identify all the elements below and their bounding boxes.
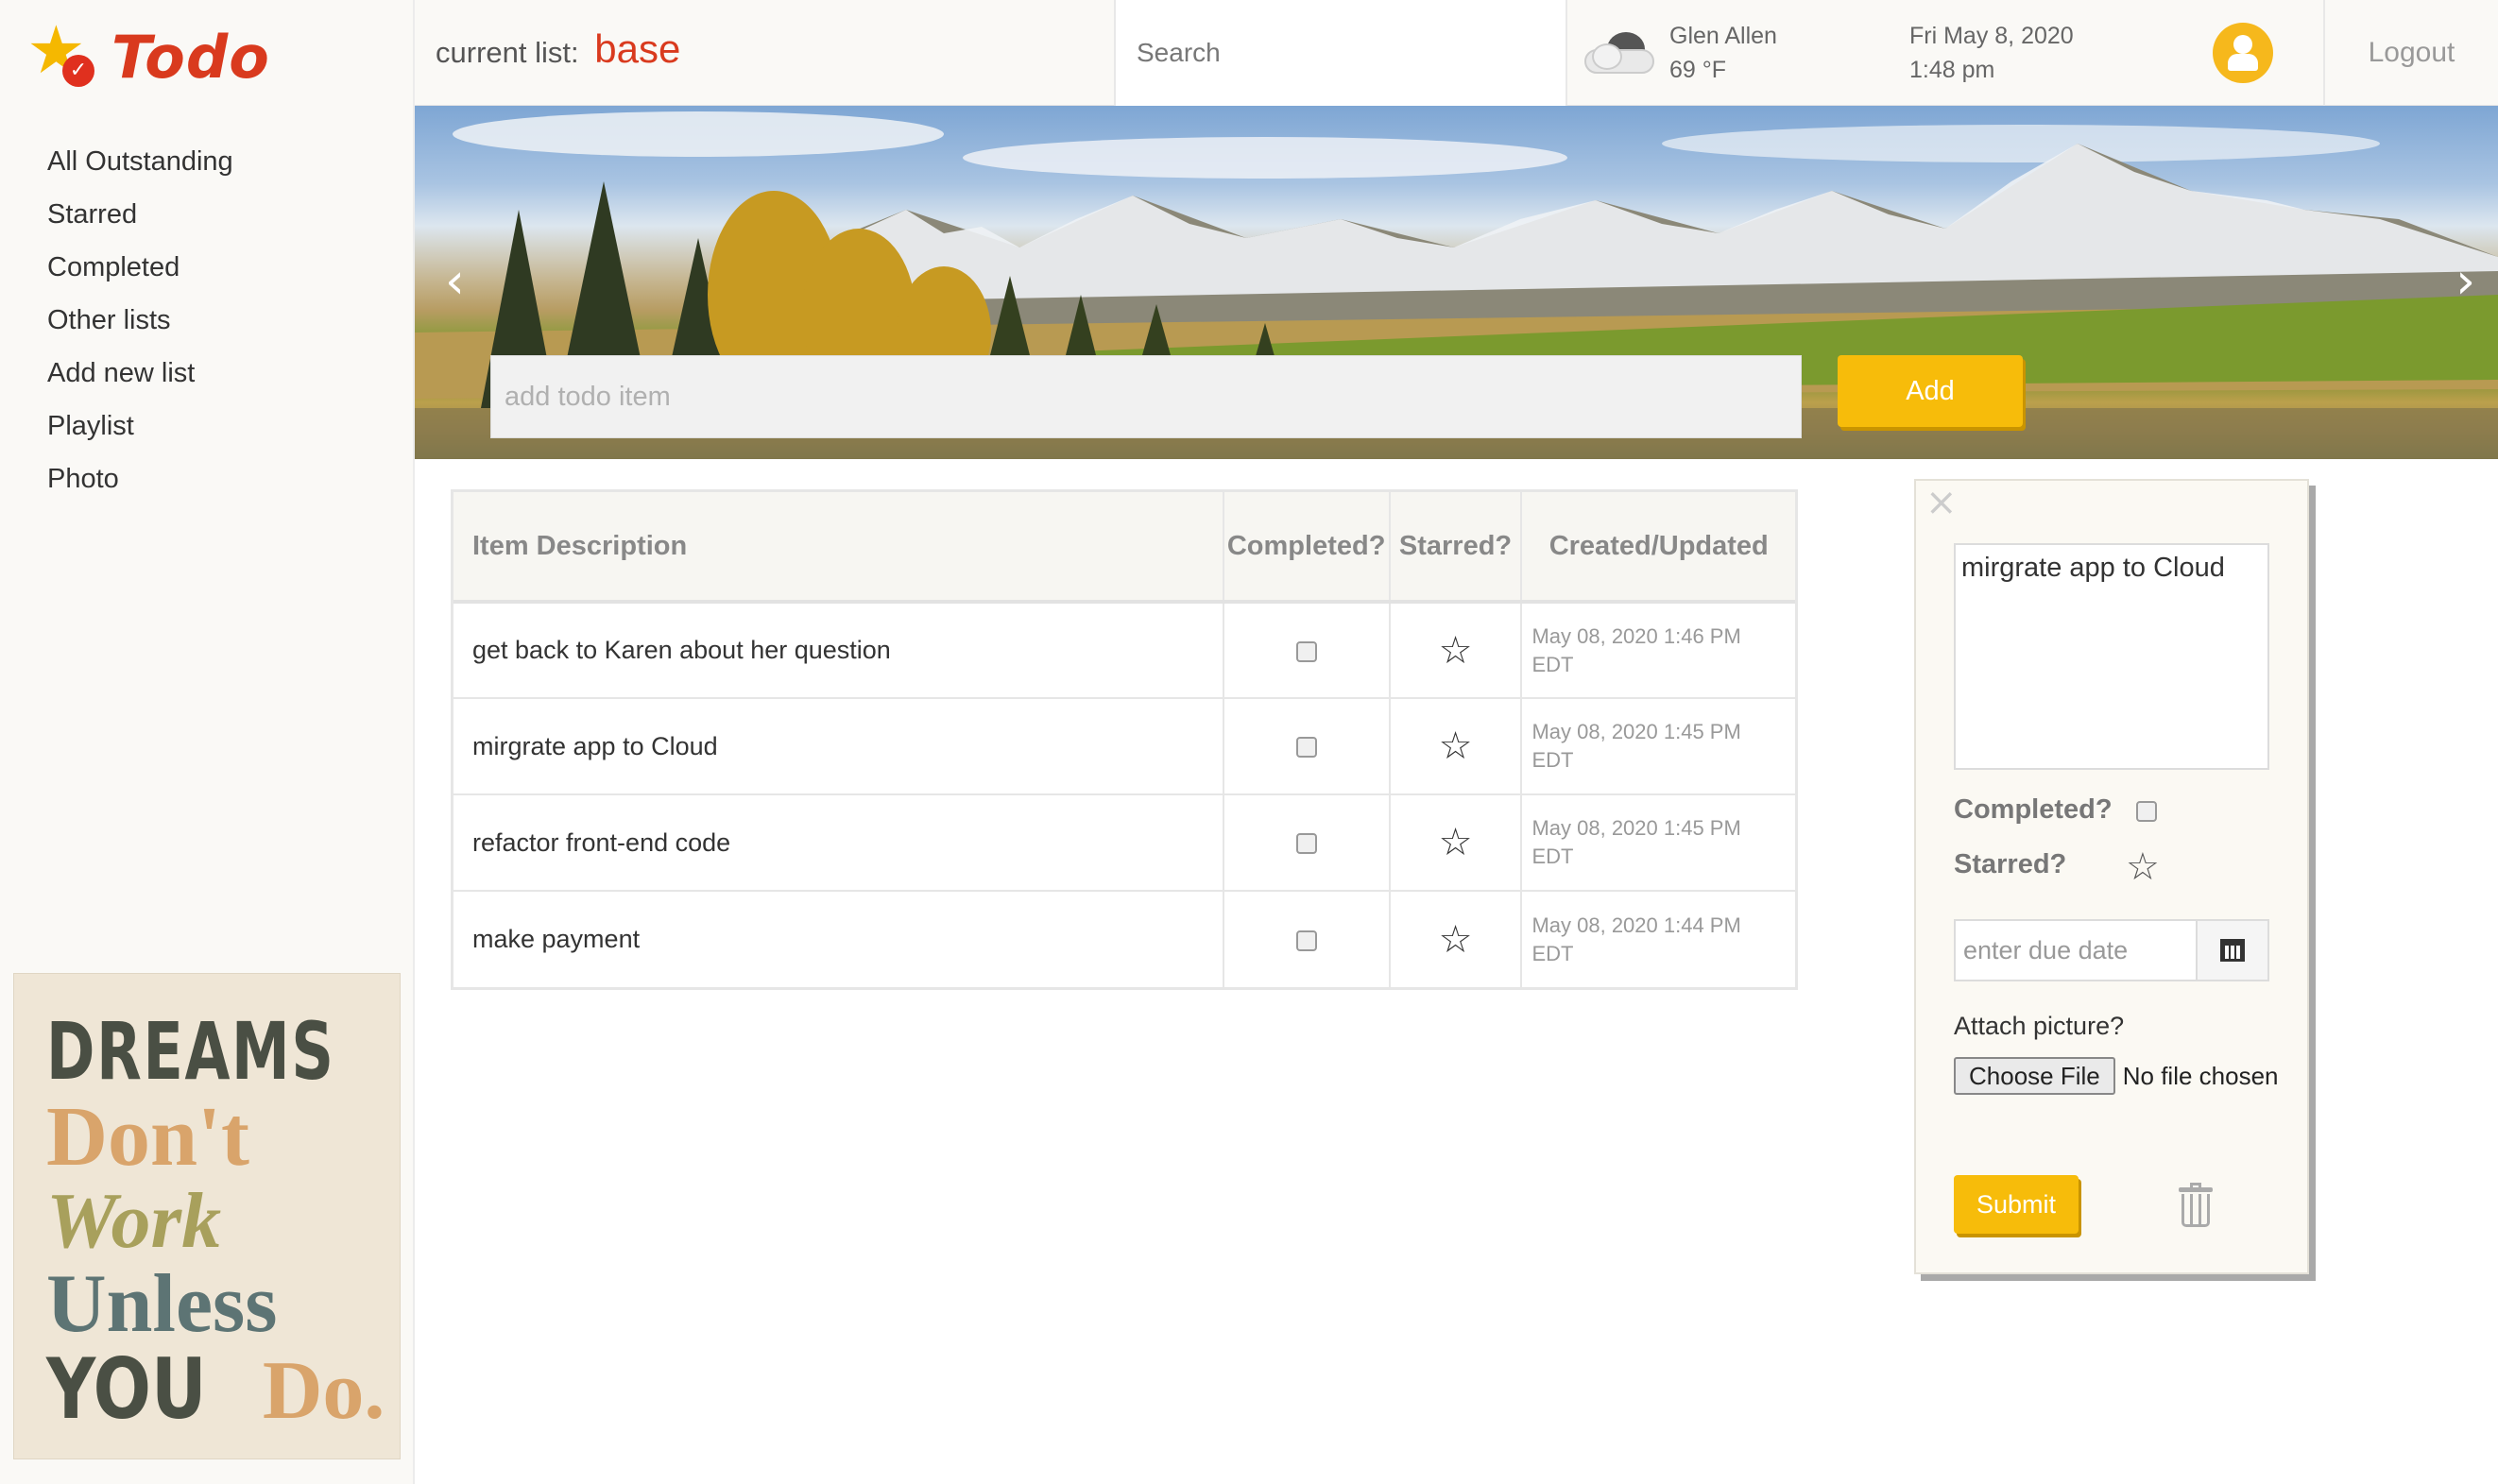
completed-checkbox[interactable] (1295, 737, 1317, 759)
item-tz: EDT (1531, 748, 1574, 772)
completed-label: Completed? (1954, 794, 2113, 825)
trash-icon[interactable] (2179, 1183, 2213, 1227)
star-icon[interactable]: ☆ (1439, 821, 1473, 864)
star-icon[interactable]: ☆ (1439, 629, 1473, 673)
current-list-name: base (594, 26, 681, 71)
sidebar-item-starred[interactable]: Starred (47, 195, 233, 247)
table-row[interactable]: make payment ☆ May 08, 2020 1:44 PM EDT (453, 890, 1795, 987)
poster-line: YOU Do. (46, 1340, 385, 1438)
file-status: No file chosen (2122, 1061, 2279, 1090)
completed-checkbox[interactable] (1295, 833, 1317, 855)
weather-temp: 69 °F (1669, 57, 1727, 83)
item-description[interactable]: make payment (453, 890, 1223, 987)
file-input-row: Choose File No file chosen (1954, 1057, 2279, 1095)
calendar-icon (2220, 939, 2245, 962)
item-description[interactable]: get back to Karen about her question (453, 601, 1223, 698)
attach-picture-label: Attach picture? (1954, 1012, 2125, 1040)
header-starred[interactable]: Starred? (1388, 492, 1522, 604)
current-list: current list: base (436, 26, 680, 72)
due-date-group (1954, 919, 2269, 981)
table-header-row: Item Description Completed? Starred? Cre… (453, 492, 1795, 604)
poster-word: Do. (262, 1345, 385, 1437)
sidebar-item-all-outstanding[interactable]: All Outstanding (47, 142, 233, 195)
top-bar: current list: base Glen Allen 69 °F Fri … (415, 0, 2498, 106)
user-icon[interactable] (2213, 23, 2273, 83)
motivational-poster: DREAMS Don't Work Unless YOU Do. (13, 973, 401, 1459)
completed-checkbox[interactable] (1295, 640, 1317, 662)
add-button[interactable]: Add (1838, 355, 2023, 427)
app-logo[interactable]: ★ ✓ Todo (26, 17, 270, 94)
current-date: Fri May 8, 2020 (1909, 23, 2074, 49)
header-completed[interactable]: Completed? (1222, 492, 1390, 604)
item-tz: EDT (1531, 844, 1574, 868)
star-check-icon: ★ ✓ (26, 17, 98, 93)
starred-label: Starred? (1954, 849, 2067, 879)
current-time: 1:48 pm (1909, 57, 1995, 83)
next-arrow-icon[interactable]: › (2455, 257, 2475, 306)
datetime: Fri May 8, 2020 1:48 pm (1909, 19, 2074, 87)
detail-text-area[interactable]: mirgrate app to Cloud (1954, 543, 2269, 770)
table-row[interactable]: refactor front-end code ☆ May 08, 2020 1… (453, 793, 1795, 891)
completed-checkbox[interactable] (1295, 930, 1317, 951)
calendar-button[interactable] (2196, 921, 2267, 980)
table-row[interactable]: mirgrate app to Cloud ☆ May 08, 2020 1:4… (453, 697, 1795, 794)
header-created-updated[interactable]: Created/Updated (1520, 492, 1795, 604)
search-input[interactable] (1116, 0, 1566, 106)
weather-widget: Glen Allen 69 °F (1579, 19, 1777, 87)
detail-completed-checkbox[interactable] (2136, 801, 2157, 822)
item-date: May 08, 2020 1:46 PM (1531, 623, 1741, 648)
detail-panel: × mirgrate app to Cloud Completed? Starr… (1914, 479, 2309, 1274)
item-date: May 08, 2020 1:45 PM (1531, 816, 1741, 840)
poster-line: Unless (46, 1258, 278, 1350)
sidebar-item-playlist[interactable]: Playlist (47, 406, 233, 459)
add-todo-input[interactable] (490, 355, 1802, 438)
item-date: May 08, 2020 1:44 PM (1531, 913, 1741, 937)
poster-word: YOU (46, 1340, 207, 1438)
sidebar: ★ ✓ Todo All Outstanding Starred Complet… (0, 0, 415, 1484)
poster-line: DREAMS (46, 1005, 335, 1098)
poster-line: Work (46, 1177, 222, 1265)
cloudy-icon (1579, 25, 1660, 81)
submit-button[interactable]: Submit (1954, 1175, 2079, 1234)
sidebar-item-photo[interactable]: Photo (47, 459, 233, 512)
table-row[interactable]: get back to Karen about her question ☆ M… (453, 601, 1795, 698)
current-list-label: current list: (436, 36, 579, 69)
banner: ‹ › Add (415, 106, 2498, 459)
star-icon[interactable]: ☆ (1439, 918, 1473, 962)
header-item-description[interactable]: Item Description (453, 492, 1223, 604)
sidebar-nav: All Outstanding Starred Completed Other … (47, 142, 233, 512)
poster-line: Don't (46, 1090, 250, 1184)
due-date-input[interactable] (1956, 921, 2196, 980)
item-description[interactable]: mirgrate app to Cloud (453, 697, 1223, 794)
star-icon[interactable]: ☆ (2126, 845, 2160, 889)
sidebar-item-completed[interactable]: Completed (47, 247, 233, 300)
close-icon[interactable]: × (1925, 481, 1958, 524)
star-icon[interactable]: ☆ (1439, 725, 1473, 768)
prev-arrow-icon[interactable]: ‹ (445, 257, 465, 306)
item-tz: EDT (1531, 941, 1574, 965)
todo-table: Item Description Completed? Starred? Cre… (451, 489, 1798, 990)
app-name: Todo (111, 22, 270, 92)
search-box (1114, 0, 1567, 106)
item-tz: EDT (1531, 652, 1574, 676)
item-description[interactable]: refactor front-end code (453, 793, 1223, 891)
item-date: May 08, 2020 1:45 PM (1531, 720, 1741, 743)
weather-location: Glen Allen (1669, 23, 1777, 49)
sidebar-item-add-new-list[interactable]: Add new list (47, 353, 233, 406)
choose-file-button[interactable]: Choose File (1954, 1057, 2115, 1095)
logout-button[interactable]: Logout (2323, 0, 2498, 106)
sidebar-item-other-lists[interactable]: Other lists (47, 300, 233, 353)
